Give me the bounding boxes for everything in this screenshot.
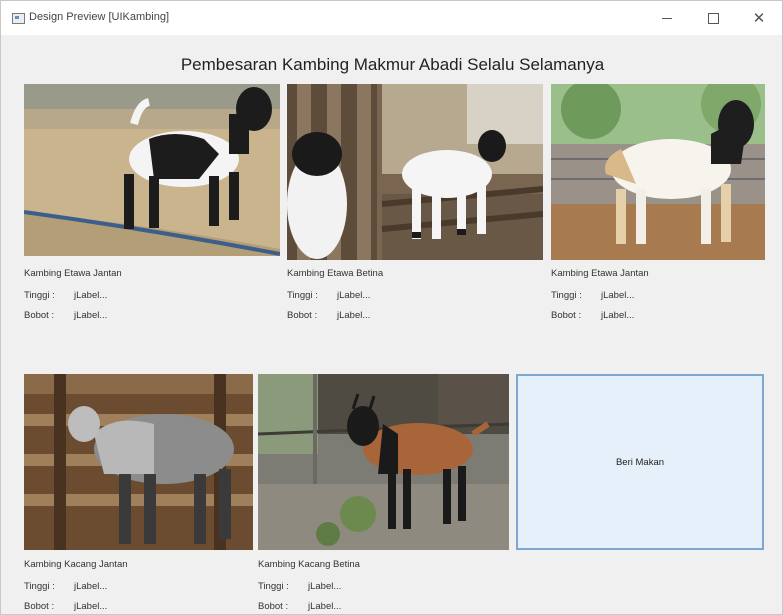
- height-label-1: Tinggi :: [24, 290, 55, 301]
- height-row-5: Tinggi : jLabel...: [258, 581, 458, 593]
- weight-value-2: jLabel...: [337, 310, 371, 321]
- goat-photo-1: [24, 84, 280, 256]
- height-row-4: Tinggi : jLabel...: [24, 581, 224, 593]
- goat-name-4: Kambing Kacang Jantan: [24, 559, 128, 570]
- weight-row-5: Bobot : jLabel...: [258, 601, 458, 613]
- height-label-3: Tinggi :: [551, 290, 582, 301]
- goat-photo-2: [287, 84, 543, 260]
- app-window: Design Preview [UIKambing] ✕ Pembesaran …: [0, 0, 783, 615]
- weight-value-4: jLabel...: [74, 601, 108, 612]
- goat-name-5: Kambing Kacang Betina: [258, 559, 360, 570]
- height-row-3: Tinggi : jLabel...: [551, 290, 751, 302]
- app-icon: [12, 13, 25, 24]
- goat-photo-4: [24, 374, 253, 550]
- height-row-1: Tinggi : jLabel...: [24, 290, 224, 302]
- goat-name-1: Kambing Etawa Jantan: [24, 268, 122, 279]
- window-title: Design Preview [UIKambing]: [29, 11, 170, 23]
- title-bar[interactable]: Design Preview [UIKambing] ✕: [1, 1, 782, 35]
- page-title: Pembesaran Kambing Makmur Abadi Selalu S…: [180, 55, 605, 74]
- height-row-2: Tinggi : jLabel...: [287, 290, 487, 302]
- weight-value-5: jLabel...: [308, 601, 342, 612]
- height-label-2: Tinggi :: [287, 290, 318, 301]
- height-value-4: jLabel...: [74, 581, 108, 592]
- goat-name-3: Kambing Etawa Jantan: [551, 268, 649, 279]
- weight-label-2: Bobot :: [287, 310, 318, 321]
- maximize-icon: [707, 12, 719, 24]
- goat-photo-3: [551, 84, 765, 260]
- goat-photo-5: [258, 374, 509, 550]
- height-label-5: Tinggi :: [258, 581, 289, 592]
- close-button[interactable]: ✕: [736, 1, 782, 35]
- goat-name-2: Kambing Etawa Betina: [287, 268, 384, 279]
- close-icon: ✕: [752, 9, 766, 27]
- weight-row-2: Bobot : jLabel...: [287, 310, 487, 322]
- minimize-icon: [662, 17, 672, 19]
- weight-value-3: jLabel...: [601, 310, 635, 321]
- feed-button[interactable]: Beri Makan: [516, 374, 764, 550]
- height-value-5: jLabel...: [308, 581, 342, 592]
- weight-label-5: Bobot :: [258, 601, 289, 612]
- weight-label-3: Bobot :: [551, 310, 582, 321]
- height-value-3: jLabel...: [601, 290, 635, 301]
- maximize-button[interactable]: [690, 1, 736, 35]
- weight-label-4: Bobot :: [24, 601, 55, 612]
- height-value-2: jLabel...: [337, 290, 371, 301]
- height-label-4: Tinggi :: [24, 581, 55, 592]
- minimize-button[interactable]: [644, 1, 690, 35]
- height-value-1: jLabel...: [74, 290, 108, 301]
- weight-row-4: Bobot : jLabel...: [24, 601, 224, 613]
- weight-row-3: Bobot : jLabel...: [551, 310, 751, 322]
- weight-label-1: Bobot :: [24, 310, 55, 321]
- weight-value-1: jLabel...: [74, 310, 108, 321]
- weight-row-1: Bobot : jLabel...: [24, 310, 224, 322]
